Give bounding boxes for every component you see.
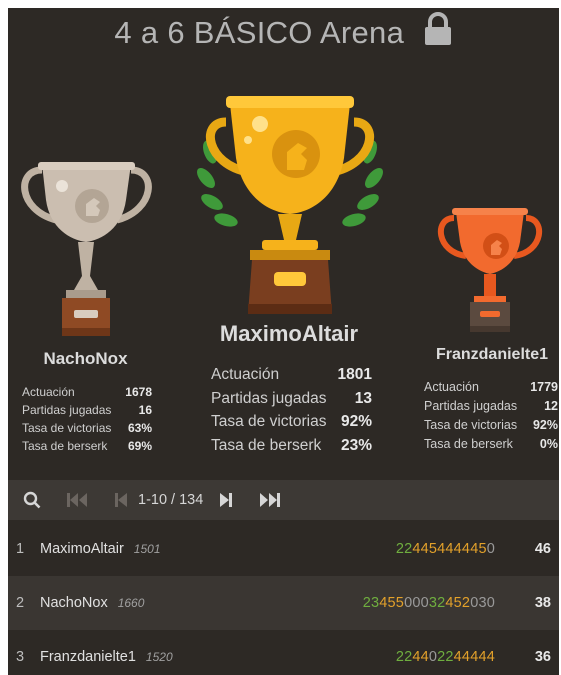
stat-value: 23% — [340, 436, 372, 454]
prev-icon — [115, 493, 127, 507]
score-sheet: 224402244444 — [396, 649, 495, 665]
score-group: 0 — [486, 541, 495, 557]
next-icon — [220, 493, 233, 507]
stat-label: Actuación — [22, 385, 75, 399]
total-score: 36 — [534, 649, 551, 665]
score-group: 0 — [428, 649, 438, 665]
stat-value: 69% — [127, 439, 152, 453]
player-name[interactable]: NachoNox — [40, 595, 108, 611]
stat-row: Tasa de victorias 92% — [211, 410, 372, 434]
score-sheet: 224454444450 — [396, 541, 495, 557]
stat-row: Tasa de victorias 63% — [22, 419, 152, 437]
stat-value: 13 — [354, 389, 372, 407]
second-place-stats: Actuación 1678 Partidas jugadas 16 Tasa de… — [22, 383, 152, 455]
player-name[interactable]: MaximoAltair — [40, 541, 124, 557]
score-group: 000 — [404, 595, 429, 611]
score-group: 5 — [478, 541, 487, 557]
stat-row: Partidas jugadas 12 — [424, 397, 558, 416]
lock-icon — [423, 12, 453, 51]
stat-label: Tasa de berserk — [424, 437, 513, 451]
last-page-button[interactable] — [259, 493, 281, 507]
stat-row: Actuación 1801 — [211, 363, 372, 387]
table-row[interactable]: 1 MaximoAltair 1501 224454444450 46 — [8, 522, 559, 576]
gold-trophy-icon — [190, 82, 390, 319]
stat-value: 1801 — [337, 366, 372, 383]
score-group: 23 — [362, 595, 380, 611]
stat-row: Partidas jugadas 16 — [22, 401, 152, 419]
stat-row: Tasa de berserk 23% — [211, 434, 372, 458]
stat-row: Tasa de victorias 92% — [424, 416, 558, 435]
arena-title: 4 a 6 BÁSICO Arena — [114, 14, 405, 50]
bronze-trophy-icon — [434, 206, 546, 341]
total-score: 46 — [534, 541, 551, 557]
player-rating: 1660 — [117, 596, 145, 610]
pagination-bar: 1-10 / 134 — [8, 480, 559, 520]
stat-label: Tasa de victorias — [22, 421, 112, 435]
title-row: 4 a 6 BÁSICO Arena — [8, 8, 559, 60]
stat-value: 1779 — [530, 380, 558, 394]
first-page-button[interactable] — [66, 493, 88, 507]
stat-label: Partidas jugadas — [424, 399, 518, 413]
silver-trophy-icon — [14, 158, 159, 343]
first-place-stats: Actuación 1801 Partidas jugadas 13 Tasa de… — [211, 363, 372, 457]
skip-first-icon — [67, 493, 87, 507]
prev-page-button[interactable] — [112, 493, 130, 507]
stat-row: Partidas jugadas 13 — [211, 387, 372, 411]
third-place-name[interactable]: Franzdanielte1 — [422, 346, 559, 364]
arena-panel: 4 a 6 BÁSICO Arena NachoNox Actuación 167… — [8, 8, 559, 675]
total-score: 38 — [534, 595, 551, 611]
stat-label: Tasa de berserk — [22, 439, 108, 453]
stat-value: 92% — [340, 413, 372, 430]
skip-last-icon — [260, 493, 281, 507]
stat-label: Partidas jugadas — [211, 389, 327, 407]
stat-row: Tasa de berserk 69% — [22, 437, 152, 455]
third-place-stats: Actuación 1779 Partidas jugadas 12 Tasa de… — [424, 378, 558, 454]
score-group: 22 — [395, 541, 413, 557]
first-place-name[interactable]: MaximoAltair — [184, 321, 394, 347]
score-group: 22 — [395, 649, 413, 665]
stat-label: Actuación — [424, 380, 479, 394]
score-group: 030 — [470, 595, 495, 611]
stat-value: 0% — [539, 437, 558, 451]
player-rating: 1501 — [133, 542, 161, 556]
rank: 1 — [16, 541, 25, 557]
rank: 3 — [16, 649, 25, 665]
score-group: 455 — [379, 595, 405, 611]
search-icon — [23, 491, 41, 509]
score-group: 44444 — [453, 649, 495, 665]
search-button[interactable] — [20, 491, 44, 509]
page-range: 1-10 / 134 — [138, 492, 204, 508]
stat-label: Tasa de victorias — [211, 413, 327, 430]
score-group: 44 — [412, 649, 429, 665]
stat-row: Actuación 1678 — [22, 383, 152, 401]
stat-label: Tasa de berserk — [211, 436, 322, 454]
second-place-name[interactable]: NachoNox — [18, 349, 153, 369]
stat-row: Actuación 1779 — [424, 378, 558, 397]
stat-value: 63% — [127, 421, 152, 435]
score-sheet: 2345500032452030 — [363, 595, 495, 611]
score-group: 452 — [445, 595, 471, 611]
next-page-button[interactable] — [217, 493, 235, 507]
score-group: 44544444 — [412, 541, 479, 557]
player-name[interactable]: Franzdanielte1 — [40, 649, 136, 665]
score-group: 22 — [437, 649, 454, 665]
player-rating: 1520 — [145, 650, 173, 664]
stat-row: Tasa de berserk 0% — [424, 435, 558, 454]
rank: 2 — [16, 595, 25, 611]
stat-label: Actuación — [211, 366, 280, 383]
stat-value: 12 — [544, 399, 558, 413]
table-row[interactable]: 2 NachoNox 1660 2345500032452030 38 — [8, 576, 559, 630]
stat-value: 92% — [532, 418, 558, 432]
score-group: 32 — [428, 595, 446, 611]
table-row[interactable]: 3 Franzdanielte1 1520 224402244444 36 — [8, 630, 559, 675]
stat-value: 1678 — [125, 385, 152, 399]
stat-label: Partidas jugadas — [22, 403, 112, 417]
stat-value: 16 — [138, 403, 152, 417]
stat-label: Tasa de victorias — [424, 418, 518, 432]
